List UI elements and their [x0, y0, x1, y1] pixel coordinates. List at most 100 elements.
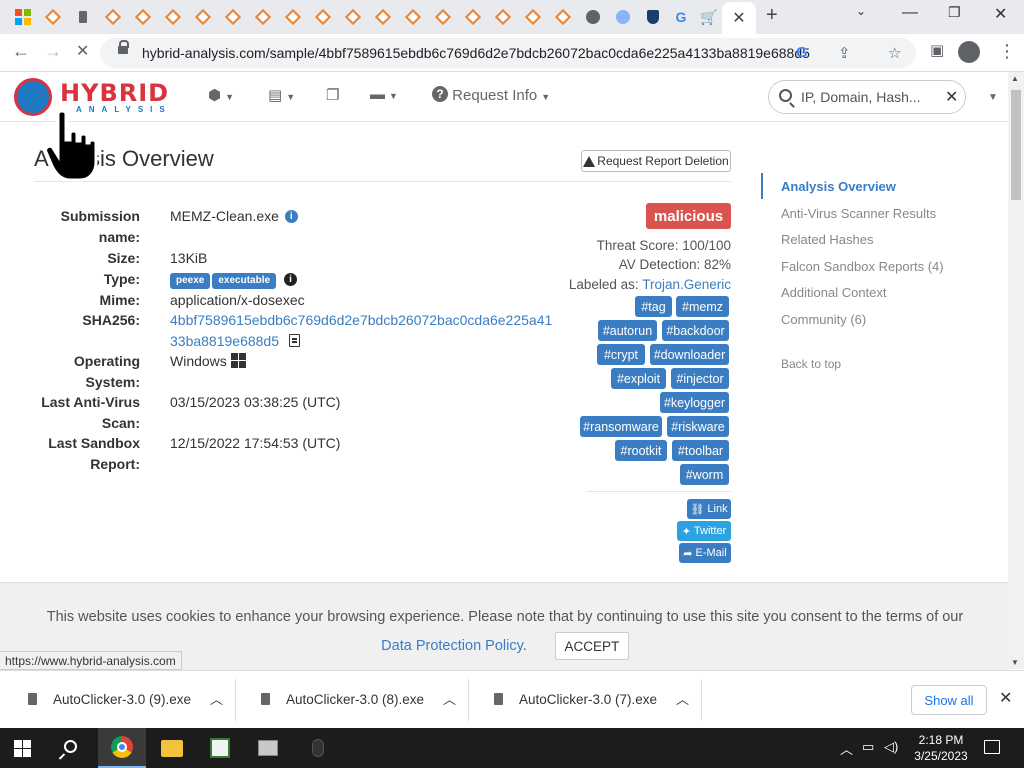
menu-kebab-icon[interactable]: ⋮: [998, 41, 1016, 62]
sidenav-item-falcon-sandbox-reports[interactable]: Falcon Sandbox Reports (4): [781, 259, 944, 274]
sidenav-item-additional-context[interactable]: Additional Context: [781, 285, 887, 300]
tab-shopping[interactable]: 🛒: [696, 4, 722, 30]
taskbar-mouse-app[interactable]: [294, 728, 342, 768]
tab-hybrid-analysis[interactable]: [520, 4, 546, 30]
tag-chip[interactable]: #keylogger: [660, 392, 729, 413]
tag-chip[interactable]: #memz: [676, 296, 729, 317]
search-input[interactable]: [801, 87, 941, 107]
close-window-button[interactable]: ✕: [994, 4, 1007, 24]
sidenav-item-analysis-overview[interactable]: Analysis Overview: [781, 179, 896, 194]
chevron-up-icon[interactable]: ︿: [676, 689, 689, 708]
tag-chip[interactable]: #toolbar: [672, 440, 729, 461]
tab-google[interactable]: G: [668, 4, 694, 30]
sha256-link-line2[interactable]: 33ba8819e688d5: [170, 333, 279, 349]
tab-hybrid-analysis[interactable]: [190, 4, 216, 30]
notification-center-icon[interactable]: [984, 740, 1000, 754]
show-all-downloads-button[interactable]: Show all: [911, 685, 987, 715]
taskbar-installer-app[interactable]: [244, 728, 292, 768]
new-tab-button[interactable]: +: [766, 4, 778, 27]
tag-chip[interactable]: #rootkit: [615, 440, 667, 461]
tag-chip[interactable]: #injector: [671, 368, 729, 389]
chevron-up-icon[interactable]: ︿: [443, 689, 456, 708]
sha256-link-line1[interactable]: 4bbf7589615ebdb6c769d6d2e7bdcb26072bac0c…: [170, 310, 552, 331]
accept-cookies-button[interactable]: ACCEPT: [554, 632, 629, 661]
tag-chip[interactable]: #crypt: [597, 344, 645, 365]
nav-request-info-menu[interactable]: ? Request Info ▼: [430, 86, 550, 104]
tag-chip[interactable]: #backdoor: [662, 320, 729, 341]
download-item[interactable]: AutoClicker-3.0 (9).exe ︿: [4, 679, 236, 721]
clear-search-icon[interactable]: ✕: [945, 87, 958, 107]
share-email-button[interactable]: ➦ E-Mail: [679, 543, 731, 563]
tag-chip[interactable]: #autorun: [598, 320, 657, 341]
tab-windows[interactable]: [10, 4, 36, 30]
tab-hybrid-analysis[interactable]: [460, 4, 486, 30]
tag-chip[interactable]: #ransomware: [580, 416, 662, 437]
type-badge-executable[interactable]: executable: [212, 273, 277, 289]
tab-globe[interactable]: [580, 4, 606, 30]
back-to-top-link[interactable]: Back to top: [781, 357, 841, 371]
tab-generic[interactable]: [70, 4, 96, 30]
tab-hybrid-analysis[interactable]: [340, 4, 366, 30]
sidenav-item-related-hashes[interactable]: Related Hashes: [781, 232, 874, 247]
tab-hybrid-analysis[interactable]: [550, 4, 576, 30]
share-link-button[interactable]: ⛓ Link: [687, 499, 731, 519]
taskbar-search-icon[interactable]: [64, 740, 77, 753]
google-translate-icon[interactable]: G: [796, 44, 808, 61]
tab-hybrid-analysis[interactable]: [280, 4, 306, 30]
data-protection-link[interactable]: Data: [381, 638, 412, 654]
clipboard-copy-icon[interactable]: [289, 334, 301, 347]
tray-chevron-up-icon[interactable]: ︿: [840, 739, 853, 758]
side-panel-icon[interactable]: ▣: [930, 41, 944, 59]
tag-chip[interactable]: #exploit: [611, 368, 666, 389]
share-twitter-button[interactable]: ✦ Twitter: [677, 521, 731, 541]
taskbar-spreadsheet-app[interactable]: [196, 728, 244, 768]
profile-avatar[interactable]: [958, 41, 980, 63]
sidenav-item-antivirus-results[interactable]: Anti-Virus Scanner Results: [781, 206, 936, 221]
taskbar-chrome[interactable]: [98, 728, 146, 768]
tag-chip[interactable]: #downloader: [650, 344, 729, 365]
nav-folder-menu[interactable]: ▬ ▼: [370, 86, 398, 103]
close-downloads-bar-icon[interactable]: ✕: [999, 688, 1012, 708]
page-scrollbar[interactable]: ▲ ▼: [1008, 72, 1024, 669]
tab-hybrid-analysis[interactable]: [40, 4, 66, 30]
request-report-deletion-button[interactable]: Request Report Deletion: [581, 150, 731, 172]
tab-hybrid-analysis[interactable]: [220, 4, 246, 30]
minimize-button[interactable]: —: [902, 4, 918, 22]
tab-hybrid-analysis[interactable]: [130, 4, 156, 30]
restore-button[interactable]: ❐: [948, 4, 961, 21]
tag-chip[interactable]: #worm: [680, 464, 729, 485]
back-button[interactable]: ←: [12, 41, 30, 62]
nav-files-button[interactable]: ❐: [326, 86, 339, 104]
scroll-down-arrow-icon[interactable]: ▼: [1011, 658, 1019, 667]
nav-file-menu[interactable]: ▤ ▼: [268, 86, 295, 104]
sidenav-item-community[interactable]: Community (6): [781, 312, 866, 327]
tab-hybrid-analysis[interactable]: [100, 4, 126, 30]
tab-hybrid-analysis[interactable]: [490, 4, 516, 30]
volume-icon[interactable]: ◁): [884, 739, 898, 755]
tag-chip[interactable]: #tag: [635, 296, 672, 317]
tab-hybrid-analysis[interactable]: [430, 4, 456, 30]
tag-chip[interactable]: #riskware: [667, 416, 729, 437]
download-item[interactable]: AutoClicker-3.0 (8).exe ︿: [237, 679, 469, 721]
tab-active-close-button[interactable]: ✕: [722, 2, 756, 34]
labeled-as-link[interactable]: Trojan.Generic: [642, 277, 731, 292]
taskbar-file-explorer[interactable]: [148, 728, 196, 768]
data-protection-link-2[interactable]: Protection Policy: [416, 638, 523, 654]
scrollbar-thumb[interactable]: [1011, 90, 1021, 200]
chevron-up-icon[interactable]: ︿: [210, 689, 223, 708]
tab-hybrid-analysis[interactable]: [310, 4, 336, 30]
tab-hybrid-analysis[interactable]: [400, 4, 426, 30]
network-icon[interactable]: ▭: [862, 739, 874, 755]
taskbar-clock[interactable]: 2:18 PM 3/25/2023: [908, 732, 974, 764]
start-button-icon[interactable]: [14, 740, 31, 757]
share-icon[interactable]: ⇪: [838, 44, 851, 62]
scroll-up-arrow-icon[interactable]: ▲: [1011, 74, 1019, 83]
tab-search-button[interactable]: ⌄: [856, 4, 866, 18]
type-badge-peexe[interactable]: peexe: [170, 273, 211, 289]
info-icon[interactable]: i: [283, 273, 297, 286]
bookmark-star-icon[interactable]: ☆: [888, 44, 901, 62]
url-bar[interactable]: hybrid-analysis.com/sample/4bbf7589615eb…: [100, 38, 916, 68]
tab-info[interactable]: [610, 4, 636, 30]
forward-button[interactable]: →: [44, 41, 62, 62]
header-caret-down-icon[interactable]: ▼: [988, 92, 998, 103]
